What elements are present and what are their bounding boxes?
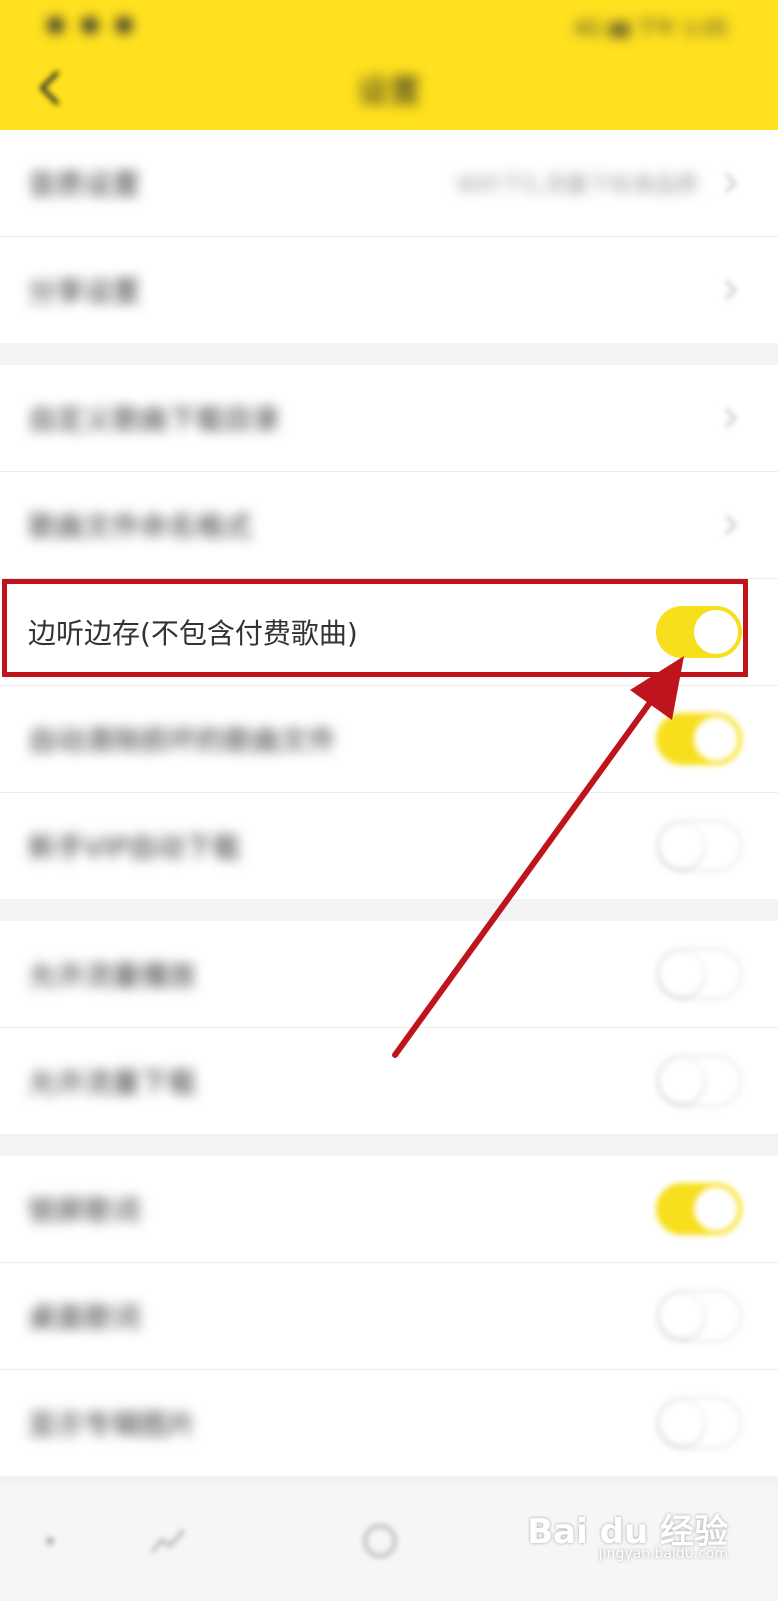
status-left: ● ● ●	[46, 12, 138, 37]
toggle-knob	[694, 1187, 738, 1231]
settings-row[interactable]: 边听边存(不包含付费歌曲)	[0, 579, 778, 686]
toggle-switch[interactable]	[656, 1055, 742, 1107]
settings-group: 允许流量播放 允许流量下载	[0, 921, 778, 1134]
settings-row-label: 新手VIP自动下载	[28, 831, 241, 864]
settings-row-label: 边听边存(不包含付费歌曲)	[28, 617, 358, 650]
settings-row-label: 允许流量播放	[28, 959, 197, 992]
app-header: ● ● ● 4G ▮▮ 下午 1:05 设置	[0, 0, 778, 130]
group-divider	[0, 343, 778, 365]
chevron-right-icon	[718, 171, 742, 195]
toggle-switch[interactable]	[656, 820, 742, 872]
settings-row[interactable]: 自动清除损坏的歌曲文件	[0, 686, 778, 793]
chevron-right-icon	[718, 513, 742, 537]
toggle-switch[interactable]	[656, 1290, 742, 1342]
settings-group: 锁屏歌词桌面歌词显示专辑图片	[0, 1156, 778, 1476]
toggle-knob	[660, 824, 704, 868]
page-title: 设置	[356, 72, 421, 110]
toggle-knob	[660, 1294, 704, 1338]
settings-list: 音质设置 WiFi下5,流量下标准品质分享设置自定义歌曲下载目录 歌曲文件命名格式边…	[0, 130, 778, 1476]
settings-row[interactable]: 分享设置	[0, 237, 778, 343]
toggle-switch[interactable]	[656, 1183, 742, 1235]
toggle-switch[interactable]	[656, 713, 742, 765]
watermark-url: jingyan.baidu.com	[598, 1546, 728, 1562]
toggle-switch[interactable]	[656, 1397, 742, 1449]
settings-row[interactable]: 显示专辑图片	[0, 1370, 778, 1476]
toggle-knob	[660, 1401, 704, 1445]
settings-row-label: 自动清除损坏的歌曲文件	[28, 724, 337, 757]
chevron-right-icon	[718, 278, 742, 302]
status-right: 4G ▮▮ 下午 1:05	[573, 16, 728, 40]
trend-icon[interactable]	[146, 1519, 190, 1563]
toggle-switch[interactable]	[656, 606, 742, 658]
settings-row[interactable]: 歌曲文件命名格式	[0, 472, 778, 579]
home-icon[interactable]	[28, 1519, 72, 1563]
settings-row[interactable]: 自定义歌曲下载目录	[0, 365, 778, 472]
settings-row-label: 允许流量下载	[28, 1066, 197, 1099]
settings-row-value: WiFi下5,流量下标准品质	[456, 173, 698, 198]
status-bar: ● ● ● 4G ▮▮ 下午 1:05	[0, 0, 778, 50]
settings-row-label: 自定义歌曲下载目录	[28, 403, 281, 436]
chevron-right-icon	[718, 406, 742, 430]
group-divider	[0, 1134, 778, 1156]
settings-row[interactable]: 新手VIP自动下载	[0, 793, 778, 899]
settings-row[interactable]: 锁屏歌词	[0, 1156, 778, 1263]
watermark: Bai du 经验 jingyan.baidu.com	[527, 1504, 728, 1562]
settings-row[interactable]: 允许流量播放	[0, 921, 778, 1028]
settings-row-label: 分享设置	[28, 275, 141, 308]
settings-row-label: 歌曲文件命名格式	[28, 510, 253, 543]
settings-group: 自定义歌曲下载目录 歌曲文件命名格式边听边存(不包含付费歌曲) 自动清除损坏的歌曲文…	[0, 365, 778, 899]
toggle-knob	[694, 610, 738, 654]
settings-row-label: 桌面歌词	[28, 1301, 141, 1334]
group-divider	[0, 899, 778, 921]
circle-icon[interactable]	[358, 1519, 402, 1563]
settings-row-label: 锁屏歌词	[28, 1194, 141, 1227]
toggle-knob	[660, 1059, 704, 1103]
settings-row[interactable]: 音质设置 WiFi下5,流量下标准品质	[0, 130, 778, 237]
toggle-switch[interactable]	[656, 948, 742, 1000]
settings-row-label: 显示专辑图片	[28, 1408, 197, 1441]
settings-row[interactable]: 桌面歌词	[0, 1263, 778, 1370]
settings-row[interactable]: 允许流量下载	[0, 1028, 778, 1134]
settings-row-label: 音质设置	[28, 168, 141, 201]
toggle-knob	[694, 717, 738, 761]
settings-group: 音质设置 WiFi下5,流量下标准品质分享设置	[0, 130, 778, 343]
toggle-knob	[660, 952, 704, 996]
